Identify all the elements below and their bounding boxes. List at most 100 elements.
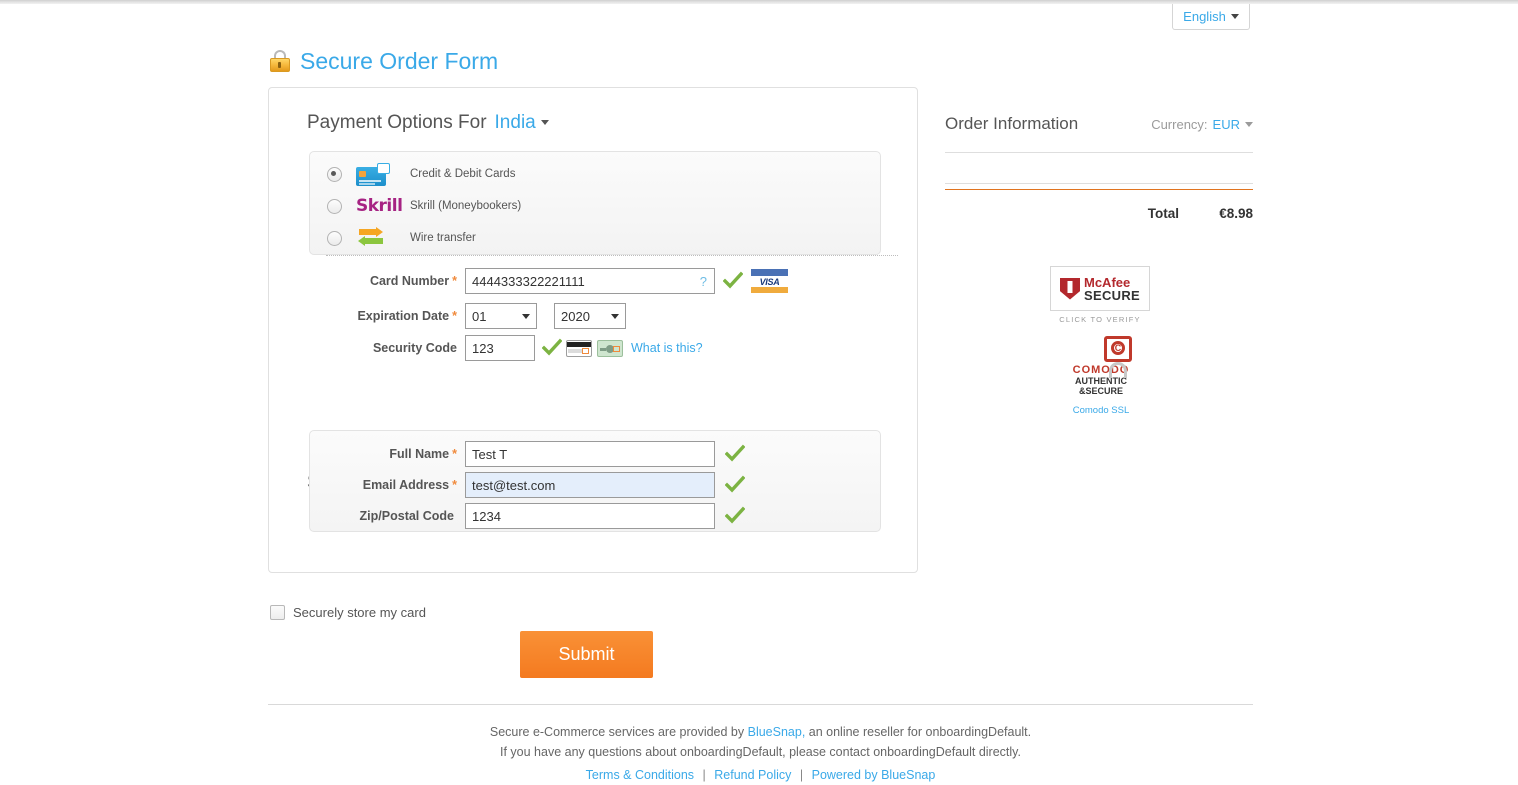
comodo-secure-badge[interactable]: C COMODO AUTHENTIC &SECURE Comodo SSL bbox=[1063, 336, 1139, 416]
email-address-label: Email Address * bbox=[362, 478, 457, 492]
chevron-down-icon bbox=[522, 313, 530, 319]
footer-separator: | bbox=[799, 768, 804, 782]
footer-line1-pre: Secure e-Commerce services are provided … bbox=[489, 725, 748, 739]
expiration-date-label: Expiration Date * bbox=[357, 309, 457, 323]
section-divider bbox=[326, 255, 898, 256]
question-mark-icon[interactable]: ? bbox=[700, 274, 707, 289]
language-selector[interactable]: English bbox=[1172, 4, 1250, 30]
comodo-name: COMODO bbox=[1072, 364, 1130, 376]
zip-postal-code-row: Zip/Postal Code bbox=[307, 503, 745, 529]
order-form-page: English Secure Order Form Payment Option… bbox=[0, 4, 1518, 782]
card-front-cvv-icon bbox=[597, 339, 623, 357]
country-selector-label: India bbox=[494, 112, 536, 133]
page-title: Secure Order Form bbox=[300, 48, 499, 74]
payment-panel: Payment Options For India Credit & Debit… bbox=[268, 87, 918, 573]
payment-option-label: Wire transfer bbox=[410, 232, 476, 244]
radio-credit-debit-cards[interactable] bbox=[327, 166, 342, 182]
currency-label: Currency: bbox=[1151, 117, 1208, 132]
security-code-row: Security Code What is this? bbox=[307, 335, 703, 361]
footer-line1-post: an online reseller for onboardingDefault… bbox=[805, 725, 1032, 739]
order-divider-bottom bbox=[945, 183, 1253, 184]
comodo-sub-line1: AUTHENTIC bbox=[1075, 376, 1127, 386]
securely-store-card-row[interactable]: Securely store my card bbox=[270, 605, 426, 620]
refund-policy-link[interactable]: Refund Policy bbox=[714, 768, 791, 782]
comodo-sub-line2: &SECURE bbox=[1078, 386, 1123, 397]
order-information-title: Order Information bbox=[945, 114, 1079, 133]
skrill-logo-icon: Skrill bbox=[356, 196, 406, 216]
mcafee-shield-icon bbox=[1060, 277, 1080, 300]
expiration-month-value: 01 bbox=[472, 308, 487, 324]
visa-logo-icon: VISA bbox=[751, 269, 788, 293]
footer-divider bbox=[268, 704, 1253, 705]
mcafee-verify-text: CLICK TO VERIFY bbox=[1059, 315, 1141, 324]
footer-line-1: Secure e-Commerce services are provided … bbox=[268, 722, 1253, 742]
payment-options-heading: Payment Options For India bbox=[307, 112, 549, 134]
green-check-icon bbox=[542, 338, 562, 358]
lock-icon bbox=[270, 49, 290, 74]
green-check-icon bbox=[725, 506, 745, 526]
radio-skrill[interactable] bbox=[327, 198, 342, 214]
security-code-input[interactable] bbox=[465, 335, 535, 361]
email-address-input[interactable] bbox=[465, 472, 715, 498]
chevron-down-icon bbox=[1230, 14, 1239, 19]
chevron-down-icon bbox=[1245, 122, 1253, 127]
payment-option-skrill[interactable]: Skrill Skrill (Moneybookers) bbox=[310, 190, 880, 222]
expiration-year-select[interactable]: 2020 bbox=[554, 303, 626, 329]
security-code-label: Security Code bbox=[372, 341, 457, 355]
zip-postal-code-input[interactable] bbox=[465, 503, 715, 529]
payment-method-list: Credit & Debit Cards Skrill Skrill (Mone… bbox=[309, 151, 881, 255]
full-name-label: Full Name * bbox=[389, 447, 457, 461]
full-name-row: Full Name * bbox=[307, 441, 745, 467]
footer: Secure e-Commerce services are provided … bbox=[268, 722, 1253, 785]
chevron-down-icon bbox=[611, 313, 619, 319]
language-selector-label: English bbox=[1183, 9, 1226, 24]
order-total-accent-line bbox=[945, 189, 1253, 190]
payment-options-heading-text: Payment Options For bbox=[307, 112, 487, 133]
card-back-cvv-icon bbox=[566, 339, 592, 357]
expiration-month-select[interactable]: 01 bbox=[465, 303, 537, 329]
order-total-label: Total bbox=[1147, 206, 1179, 221]
footer-links: Terms & Conditions | Refund Policy | Pow… bbox=[268, 765, 1253, 785]
card-number-input[interactable] bbox=[465, 268, 715, 294]
expiration-date-row: Expiration Date * 01 2020 bbox=[307, 303, 626, 329]
visa-logo-text: VISA bbox=[759, 276, 780, 287]
payment-option-label: Skrill (Moneybookers) bbox=[410, 200, 522, 212]
zip-postal-code-label: Zip/Postal Code bbox=[359, 509, 454, 523]
what-is-this-link[interactable]: What is this? bbox=[631, 341, 703, 355]
currency-value: EUR bbox=[1212, 117, 1240, 132]
terms-and-conditions-link[interactable]: Terms & Conditions bbox=[586, 768, 694, 782]
submit-button[interactable]: Submit bbox=[520, 631, 653, 678]
payment-option-credit-debit-cards[interactable]: Credit & Debit Cards bbox=[310, 158, 880, 190]
country-selector[interactable]: India bbox=[495, 112, 549, 134]
green-check-icon bbox=[725, 444, 745, 464]
bluesnap-link[interactable]: BlueSnap, bbox=[748, 725, 806, 739]
skrill-logo-text: Skrill bbox=[356, 196, 403, 216]
radio-wire-transfer[interactable] bbox=[327, 230, 342, 246]
order-divider-top bbox=[945, 152, 1253, 153]
page-title-row: Secure Order Form bbox=[270, 48, 498, 75]
green-check-icon bbox=[723, 271, 743, 291]
comodo-ssl-link[interactable]: Comodo SSL bbox=[1063, 405, 1139, 416]
credit-card-icon bbox=[356, 162, 406, 186]
full-name-input[interactable] bbox=[465, 441, 715, 467]
order-total-row: Total €8.98 bbox=[945, 206, 1253, 221]
card-number-label: Card Number * bbox=[369, 274, 457, 288]
powered-by-bluesnap-link[interactable]: Powered by BlueSnap bbox=[812, 768, 936, 782]
order-information-panel: Order Information Currency: EUR Total €8… bbox=[945, 114, 1253, 416]
payment-option-wire-transfer[interactable]: Wire transfer bbox=[310, 222, 880, 254]
payment-option-label: Credit & Debit Cards bbox=[410, 168, 516, 180]
footer-line-2: If you have any questions about onboardi… bbox=[500, 745, 1021, 759]
footer-separator: | bbox=[702, 768, 706, 782]
securely-store-card-label: Securely store my card bbox=[293, 605, 426, 620]
mcafee-line1: McAfee bbox=[1084, 274, 1131, 290]
mcafee-badge-text: McAfee SECURE bbox=[1084, 276, 1140, 302]
securely-store-card-checkbox[interactable] bbox=[270, 605, 285, 620]
order-total-amount: €8.98 bbox=[1219, 206, 1253, 221]
mcafee-secure-badge[interactable]: McAfee SECURE bbox=[1050, 266, 1150, 311]
card-number-row: Card Number* ? VISA bbox=[307, 268, 788, 294]
wire-transfer-icon bbox=[356, 227, 406, 249]
mcafee-line2: SECURE bbox=[1084, 287, 1140, 303]
email-address-row: Email Address * bbox=[307, 472, 745, 498]
expiration-year-value: 2020 bbox=[561, 308, 590, 324]
currency-selector[interactable]: Currency: EUR bbox=[1151, 117, 1253, 132]
